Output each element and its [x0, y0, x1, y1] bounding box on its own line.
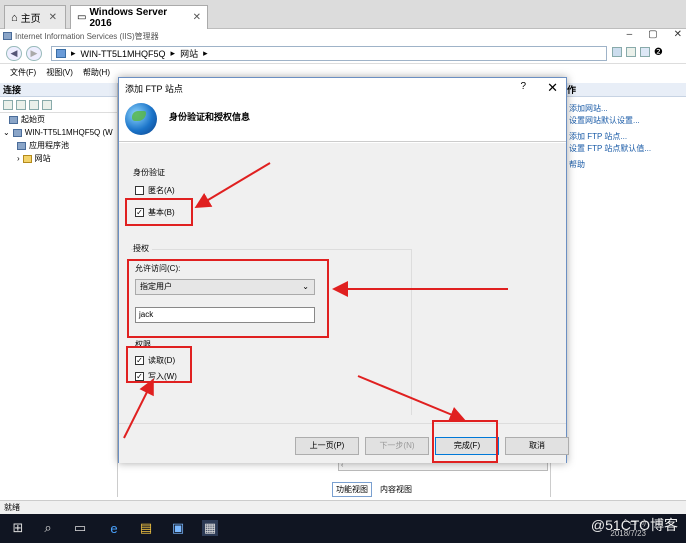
arrow-to-basic	[194, 162, 271, 209]
annotation-arrows	[123, 162, 508, 439]
arrow-to-finish	[357, 375, 466, 422]
arrow-to-permissions	[123, 378, 154, 439]
